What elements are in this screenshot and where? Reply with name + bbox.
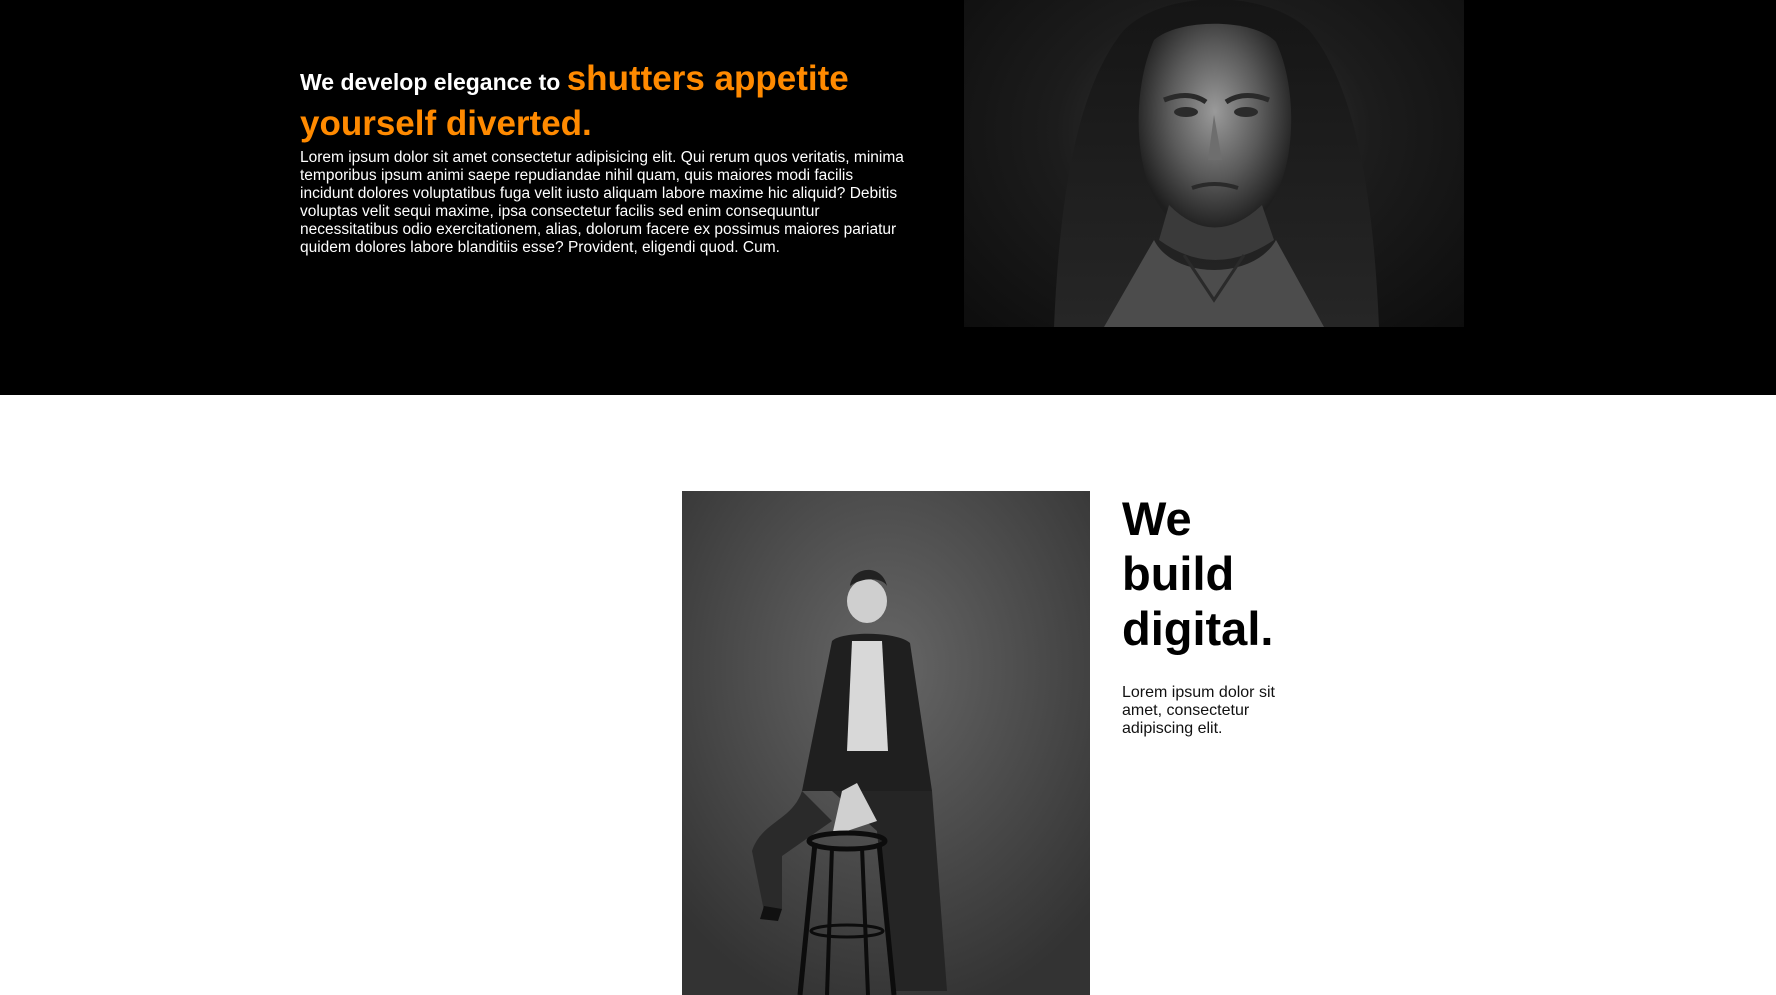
feature-heading: We build digital.	[1122, 492, 1274, 655]
hero-heading-lead: We develop elegance to	[300, 69, 567, 95]
feature-text-block: We build digital. Lorem ipsum dolor sit …	[1122, 491, 1292, 738]
portrait-photo	[964, 0, 1464, 327]
hero-paragraph: Lorem ipsum dolor sit amet consectetur a…	[300, 149, 904, 256]
hero-section: We develop elegance to shutters appetite…	[0, 0, 1776, 395]
model-on-stool-photo	[682, 491, 1090, 995]
hero-text-block: We develop elegance to shutters appetite…	[300, 58, 905, 257]
hero-heading: We develop elegance to shutters appetite…	[300, 58, 905, 148]
feature-paragraph: Lorem ipsum dolor sit amet, consectetur …	[1122, 684, 1275, 737]
